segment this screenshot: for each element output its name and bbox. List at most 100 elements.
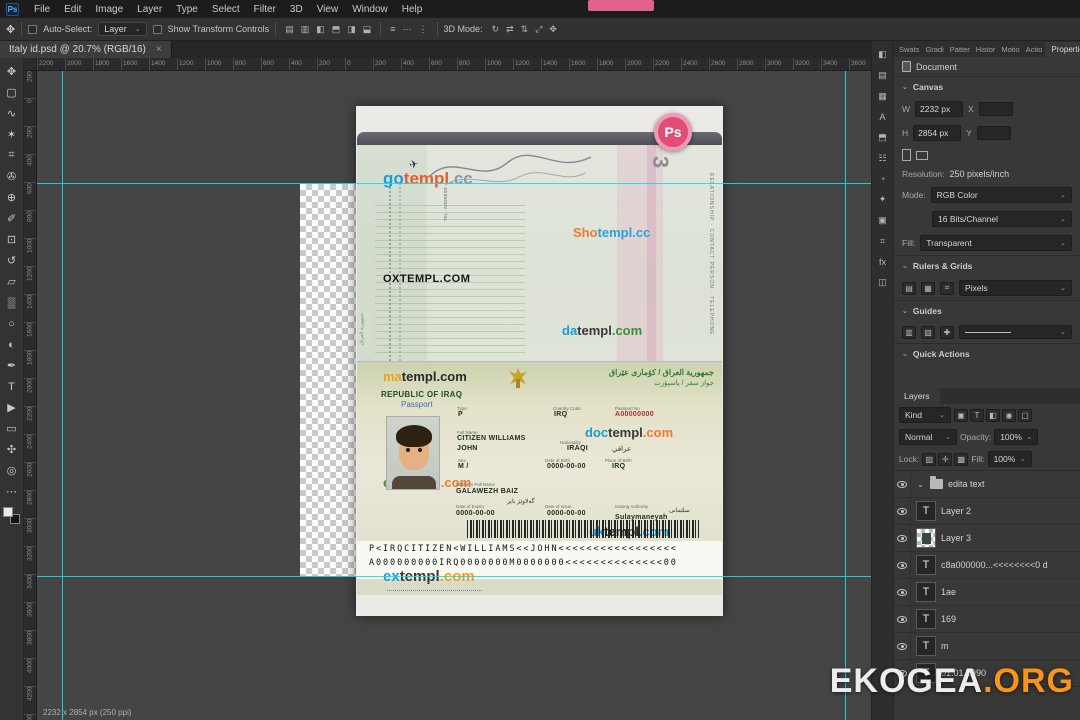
align-right-edges-icon[interactable]: ◧ (313, 23, 328, 36)
y-field[interactable] (976, 126, 1011, 140)
vertical-guide[interactable] (62, 71, 63, 720)
blend-mode-select[interactable]: Normal ⌄ (899, 429, 957, 445)
panel-channels-icon[interactable]: ▣ (878, 215, 887, 226)
toolbar-ellipsis-icon[interactable]: ⋯ (1, 481, 23, 502)
panel-tab[interactable]: Patter (947, 42, 973, 57)
pen-tool[interactable]: ✒ (1, 355, 23, 376)
text-layer-thumbnail[interactable]: T (916, 582, 936, 602)
lasso-tool[interactable]: ∿ (1, 103, 23, 124)
text-layer-thumbnail[interactable]: T (916, 609, 936, 629)
panel-tab[interactable]: Swats (896, 42, 922, 57)
eraser-tool[interactable]: ▱ (1, 271, 23, 292)
visibility-toggle[interactable] (894, 605, 911, 633)
text-layer-thumbnail[interactable]: T (916, 636, 936, 656)
menu-item[interactable]: Edit (57, 2, 88, 17)
3d-drag-icon[interactable]: ⇅ (518, 23, 532, 36)
text-layer-thumbnail[interactable]: T (916, 555, 936, 575)
3d-roll-icon[interactable]: ⇄ (503, 23, 517, 36)
distribute-vertical-icon[interactable]: ≡ (387, 23, 398, 36)
marquee-tool[interactable]: ▢ (1, 82, 23, 103)
x-field[interactable] (978, 102, 1013, 116)
horizontal-guide[interactable] (37, 576, 871, 577)
foreground-color-swatch[interactable] (3, 507, 13, 517)
dodge-tool[interactable]: ◐ (1, 334, 23, 355)
menu-item[interactable]: Filter (247, 2, 283, 17)
guides-section-header[interactable]: ⌄ Guides (894, 301, 1080, 321)
landscape-orientation-icon[interactable] (916, 150, 928, 160)
hand-tool[interactable]: ✣ (1, 439, 23, 460)
align-left-edges-icon[interactable]: ▤ (282, 23, 297, 36)
menu-item[interactable]: Help (395, 2, 430, 17)
show-transform-checkbox[interactable] (152, 24, 162, 34)
group-expand-chevron-icon[interactable]: ⌄ (916, 480, 925, 489)
panel-effects-icon[interactable]: fx (879, 257, 886, 267)
panel-styles-icon[interactable]: ✦ (879, 194, 887, 205)
blur-tool[interactable]: ○ (1, 313, 23, 334)
ruler-toggle-icon[interactable]: ▤ (902, 281, 916, 295)
layer-name[interactable]: 1ae (941, 587, 956, 597)
menu-item[interactable]: Type (169, 2, 205, 17)
align-options-icon[interactable]: ⋮ (416, 23, 431, 36)
path-selection-tool[interactable]: ▶ (1, 397, 23, 418)
document-tab[interactable]: Italy id.psd @ 20.7% (RGB/16) × (0, 41, 172, 58)
guide-style-select[interactable]: ⌄ (959, 325, 1072, 339)
panel-color-icon[interactable]: ◧ (878, 49, 887, 60)
3d-rotate-icon[interactable]: ↻ (489, 23, 503, 36)
menu-item[interactable]: Select (205, 2, 247, 17)
layer-name[interactable]: 169 (941, 614, 956, 624)
menu-item[interactable]: Image (88, 2, 130, 17)
horizontal-ruler[interactable]: 2200 2000 1800 1600 1400 1200 1000 800 600 400 200… (37, 58, 871, 71)
layer-name[interactable]: c8a000000...<<<<<<<<0 d (941, 560, 1048, 570)
ruler-origin-corner[interactable] (24, 58, 37, 71)
grid-toggle-icon[interactable]: ▦ (921, 281, 935, 295)
vertical-guide[interactable] (845, 71, 846, 720)
visibility-toggle[interactable] (894, 578, 911, 606)
layer-row[interactable]: T 1ae (894, 578, 1080, 606)
visibility-toggle[interactable] (894, 524, 911, 552)
panel-libraries-icon[interactable]: ◫ (878, 277, 887, 288)
canvas-area[interactable]: ✈ 3 RELATIONSHIP · CONTACT PERSON · TELE… (37, 71, 871, 720)
panel-character-icon[interactable]: A (879, 112, 885, 122)
snap-toggle-icon[interactable]: ⌗ (940, 281, 954, 295)
layer-row[interactable]: T 169 (894, 605, 1080, 633)
menu-item[interactable]: File (27, 2, 57, 17)
fill-amount-field[interactable]: 100% ⌄ (987, 451, 1032, 467)
foreground-background-swatch[interactable] (3, 507, 20, 524)
lock-transparency-icon[interactable]: ▨ (922, 452, 937, 466)
eyedropper-tool[interactable]: ✇ (1, 166, 23, 187)
align-vertical-centers-icon[interactable]: ◨ (344, 23, 359, 36)
height-field[interactable]: 2854 px (913, 125, 962, 141)
filter-adjustment-layers-icon[interactable]: ◉ (1002, 408, 1016, 422)
visibility-toggle[interactable] (894, 551, 911, 579)
panel-tab[interactable]: Actio (1023, 42, 1046, 57)
layer-name[interactable]: Layer 2 (941, 506, 971, 516)
3d-slide-icon[interactable]: ⤢ (532, 23, 545, 36)
panel-tab[interactable]: Motio (998, 42, 1022, 57)
vertical-ruler[interactable]: 200 0 200 400 600 800 1000 1200 1400 1600 1800 2000… (24, 71, 37, 720)
align-horizontal-centers-icon[interactable]: ▥ (298, 23, 313, 36)
panel-patterns-icon[interactable]: ▦ (878, 91, 887, 102)
brush-tool[interactable]: ✐ (1, 208, 23, 229)
panel-grid-icon[interactable]: ⌗ (880, 236, 885, 247)
mode-select[interactable]: RGB Color ⌄ (930, 187, 1072, 203)
filter-pixel-layers-icon[interactable]: ▣ (954, 408, 968, 422)
layer-row[interactable]: T m (894, 632, 1080, 660)
canvas-section-header[interactable]: ⌄ Canvas (894, 77, 1080, 97)
crop-tool[interactable]: ⌗ (1, 145, 23, 166)
width-field[interactable]: 2232 px (915, 101, 964, 117)
kind-filter-select[interactable]: Kind ⌄ (899, 407, 951, 423)
tab-properties[interactable]: Properties (1045, 41, 1080, 57)
rulers-grids-section-header[interactable]: ⌄ Rulers & Grids (894, 256, 1080, 276)
panel-adjustments-icon[interactable]: ☷ (878, 153, 886, 164)
healing-brush-tool[interactable]: ⊕ (1, 187, 23, 208)
menu-item[interactable]: Layer (130, 2, 169, 17)
panel-swatches-icon[interactable]: ▤ (878, 70, 887, 81)
visibility-toggle[interactable] (894, 497, 911, 525)
auto-select-checkbox[interactable] (28, 24, 38, 34)
clone-stamp-tool[interactable]: ⊡ (1, 229, 23, 250)
layer-row[interactable]: T c8a000000...<<<<<<<<0 d (894, 551, 1080, 579)
units-select[interactable]: Pixels ⌄ (959, 280, 1072, 296)
layer-row[interactable]: Layer 3 (894, 524, 1080, 552)
layer-name[interactable]: Layer 3 (941, 533, 971, 543)
quick-actions-section-header[interactable]: ⌄ Quick Actions (894, 344, 1080, 364)
